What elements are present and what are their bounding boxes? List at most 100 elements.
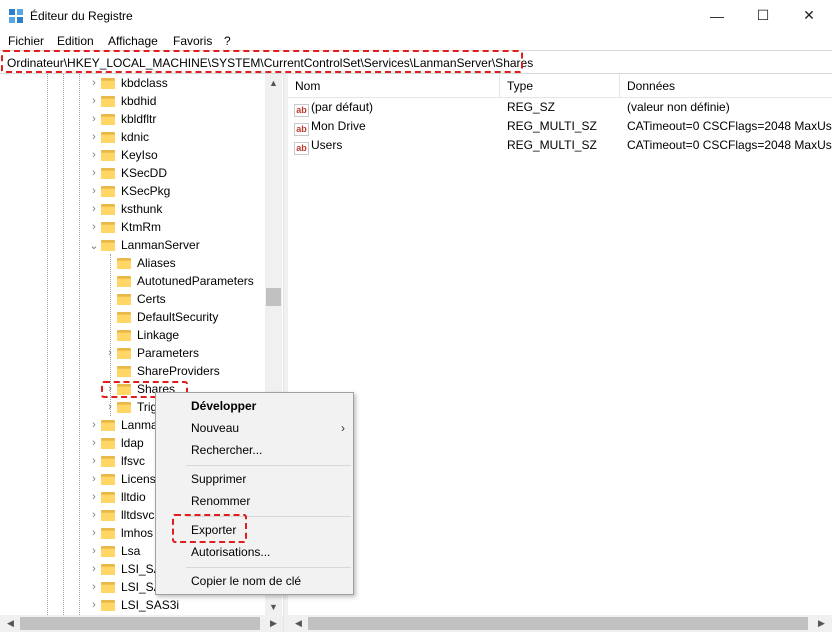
maximize-button[interactable]: ☐ — [740, 0, 786, 31]
expand-arrow-icon[interactable]: › — [87, 596, 101, 614]
tree-item-lanmanserver[interactable]: ⌄ LanmanServer — [87, 236, 199, 254]
expand-arrow-icon[interactable]: › — [87, 506, 101, 524]
scroll-thumb[interactable] — [20, 617, 260, 630]
expand-arrow-icon[interactable]: › — [87, 416, 101, 434]
expand-arrow-icon[interactable] — [103, 308, 117, 326]
tree-item[interactable]: › kdnic — [87, 128, 149, 146]
menu-item-exporter[interactable]: Exporter — [157, 519, 353, 541]
expand-arrow-icon[interactable]: › — [103, 380, 117, 398]
folder-icon — [117, 293, 131, 305]
scroll-right-icon[interactable]: ▶ — [265, 615, 282, 632]
expand-arrow-icon[interactable]: › — [87, 146, 101, 164]
tree-item[interactable]: ShareProviders — [103, 362, 220, 380]
expand-arrow-icon[interactable]: › — [87, 560, 101, 578]
tree-item[interactable]: › Trig — [103, 398, 157, 416]
expand-arrow-icon[interactable] — [103, 290, 117, 308]
tree-item[interactable]: › LSI_SA — [87, 560, 162, 578]
tree-item[interactable]: › LSI_SA — [87, 578, 162, 596]
expand-arrow-icon[interactable]: › — [87, 128, 101, 146]
scroll-thumb[interactable] — [308, 617, 808, 630]
expand-arrow-icon[interactable]: › — [87, 452, 101, 470]
expand-arrow-icon[interactable]: › — [87, 542, 101, 560]
tree-item[interactable]: Certs — [103, 290, 166, 308]
tree-item[interactable]: › kbdhid — [87, 92, 156, 110]
scroll-thumb[interactable] — [266, 288, 281, 306]
column-header-donnees[interactable]: Données — [620, 74, 832, 98]
menu-item-rechercher[interactable]: Rechercher... — [157, 439, 353, 461]
column-header-type[interactable]: Type — [500, 74, 620, 98]
expand-arrow-icon[interactable]: › — [87, 488, 101, 506]
menu-affichage[interactable]: Affichage — [108, 34, 158, 48]
expand-arrow-icon[interactable]: › — [87, 470, 101, 488]
tree-item[interactable]: › KeyIso — [87, 146, 158, 164]
tree-item[interactable]: › lltdsvc — [87, 506, 154, 524]
expand-arrow-icon[interactable]: › — [103, 344, 117, 362]
menu-edition[interactable]: Edition — [57, 34, 94, 48]
tree-horizontal-scrollbar[interactable]: ◀ ▶ — [0, 615, 283, 632]
tree-item-label: ldap — [121, 436, 144, 450]
tree-item[interactable]: AutotunedParameters — [103, 272, 254, 290]
expand-arrow-icon[interactable]: › — [87, 200, 101, 218]
menu-item-developper[interactable]: Développer — [157, 395, 353, 417]
menu-item-autorisations[interactable]: Autorisations... — [157, 541, 353, 563]
tree-item[interactable]: › lmhos — [87, 524, 153, 542]
minimize-button[interactable]: — — [694, 0, 740, 31]
tree-item-label: Licens — [121, 472, 156, 486]
expand-arrow-icon[interactable]: › — [87, 524, 101, 542]
address-path[interactable]: Ordinateur\HKEY_LOCAL_MACHINE\SYSTEM\Cur… — [7, 56, 533, 70]
tree-item[interactable]: › KSecDD — [87, 164, 167, 182]
scroll-left-icon[interactable]: ◀ — [290, 615, 307, 632]
tree-item[interactable]: › lltdio — [87, 488, 146, 506]
tree-item[interactable]: › KSecPkg — [87, 182, 170, 200]
menu-fichier[interactable]: Fichier — [8, 34, 44, 48]
tree-item[interactable]: Aliases — [103, 254, 176, 272]
table-row[interactable]: ab Users REG_MULTI_SZ CATimeout=0 CSCFlag… — [288, 136, 832, 155]
close-button[interactable]: ✕ — [786, 0, 832, 31]
values-horizontal-scrollbar[interactable]: ◀ ▶ — [288, 615, 832, 632]
collapse-arrow-icon[interactable]: ⌄ — [87, 236, 101, 254]
tree-item[interactable]: › ldap — [87, 434, 144, 452]
expand-arrow-icon[interactable]: › — [87, 182, 101, 200]
menu-item-nouveau[interactable]: Nouveau › — [157, 417, 353, 439]
tree-item[interactable]: › kbldfltr — [87, 110, 156, 128]
scroll-left-icon[interactable]: ◀ — [2, 615, 19, 632]
menu-favoris[interactable]: Favoris — [173, 34, 212, 48]
expand-arrow-icon[interactable]: › — [87, 218, 101, 236]
tree-item[interactable]: › lfsvc — [87, 452, 145, 470]
table-row[interactable]: ab Mon Drive REG_MULTI_SZ CATimeout=0 CSC… — [288, 117, 832, 136]
expand-arrow-icon[interactable] — [103, 362, 117, 380]
expand-arrow-icon[interactable]: › — [87, 578, 101, 596]
expand-arrow-icon[interactable] — [103, 272, 117, 290]
scroll-right-icon[interactable]: ▶ — [813, 615, 830, 632]
expand-arrow-icon[interactable] — [103, 254, 117, 272]
scroll-up-icon[interactable]: ▲ — [265, 74, 282, 91]
tree-item[interactable]: › kbdclass — [87, 74, 168, 92]
expand-arrow-icon[interactable]: › — [87, 74, 101, 92]
column-header-nom[interactable]: Nom — [288, 74, 500, 98]
tree-item-label: KeyIso — [121, 148, 158, 162]
menu-item-copier-nom-cle[interactable]: Copier le nom de clé — [157, 570, 353, 592]
menu-help[interactable]: ? — [224, 34, 231, 48]
scroll-down-icon[interactable]: ▼ — [265, 598, 282, 615]
tree-item[interactable]: › Lsa — [87, 542, 140, 560]
address-bar[interactable]: Ordinateur\HKEY_LOCAL_MACHINE\SYSTEM\Cur… — [0, 50, 832, 74]
menu-item-supprimer[interactable]: Supprimer — [157, 468, 353, 490]
expand-arrow-icon[interactable]: › — [87, 110, 101, 128]
tree-item[interactable]: › KtmRm — [87, 218, 161, 236]
folder-icon — [101, 545, 115, 557]
expand-arrow-icon[interactable] — [103, 326, 117, 344]
expand-arrow-icon[interactable]: › — [87, 92, 101, 110]
expand-arrow-icon[interactable]: › — [87, 164, 101, 182]
tree-item[interactable]: › Parameters — [103, 344, 199, 362]
table-row[interactable]: ab (par défaut) REG_SZ (valeur non défini… — [288, 98, 832, 117]
tree-item[interactable]: › Licens — [87, 470, 156, 488]
tree-item[interactable]: DefaultSecurity — [103, 308, 218, 326]
menu-item-renommer[interactable]: Renommer — [157, 490, 353, 512]
expand-arrow-icon[interactable]: › — [87, 434, 101, 452]
expand-arrow-icon[interactable]: › — [103, 398, 117, 416]
tree-item[interactable]: › ksthunk — [87, 200, 162, 218]
tree-item[interactable]: › LSI_SAS3i — [87, 596, 179, 614]
tree-item[interactable]: Linkage — [103, 326, 179, 344]
folder-icon — [117, 401, 131, 413]
tree-item[interactable]: › Lanma — [87, 416, 158, 434]
